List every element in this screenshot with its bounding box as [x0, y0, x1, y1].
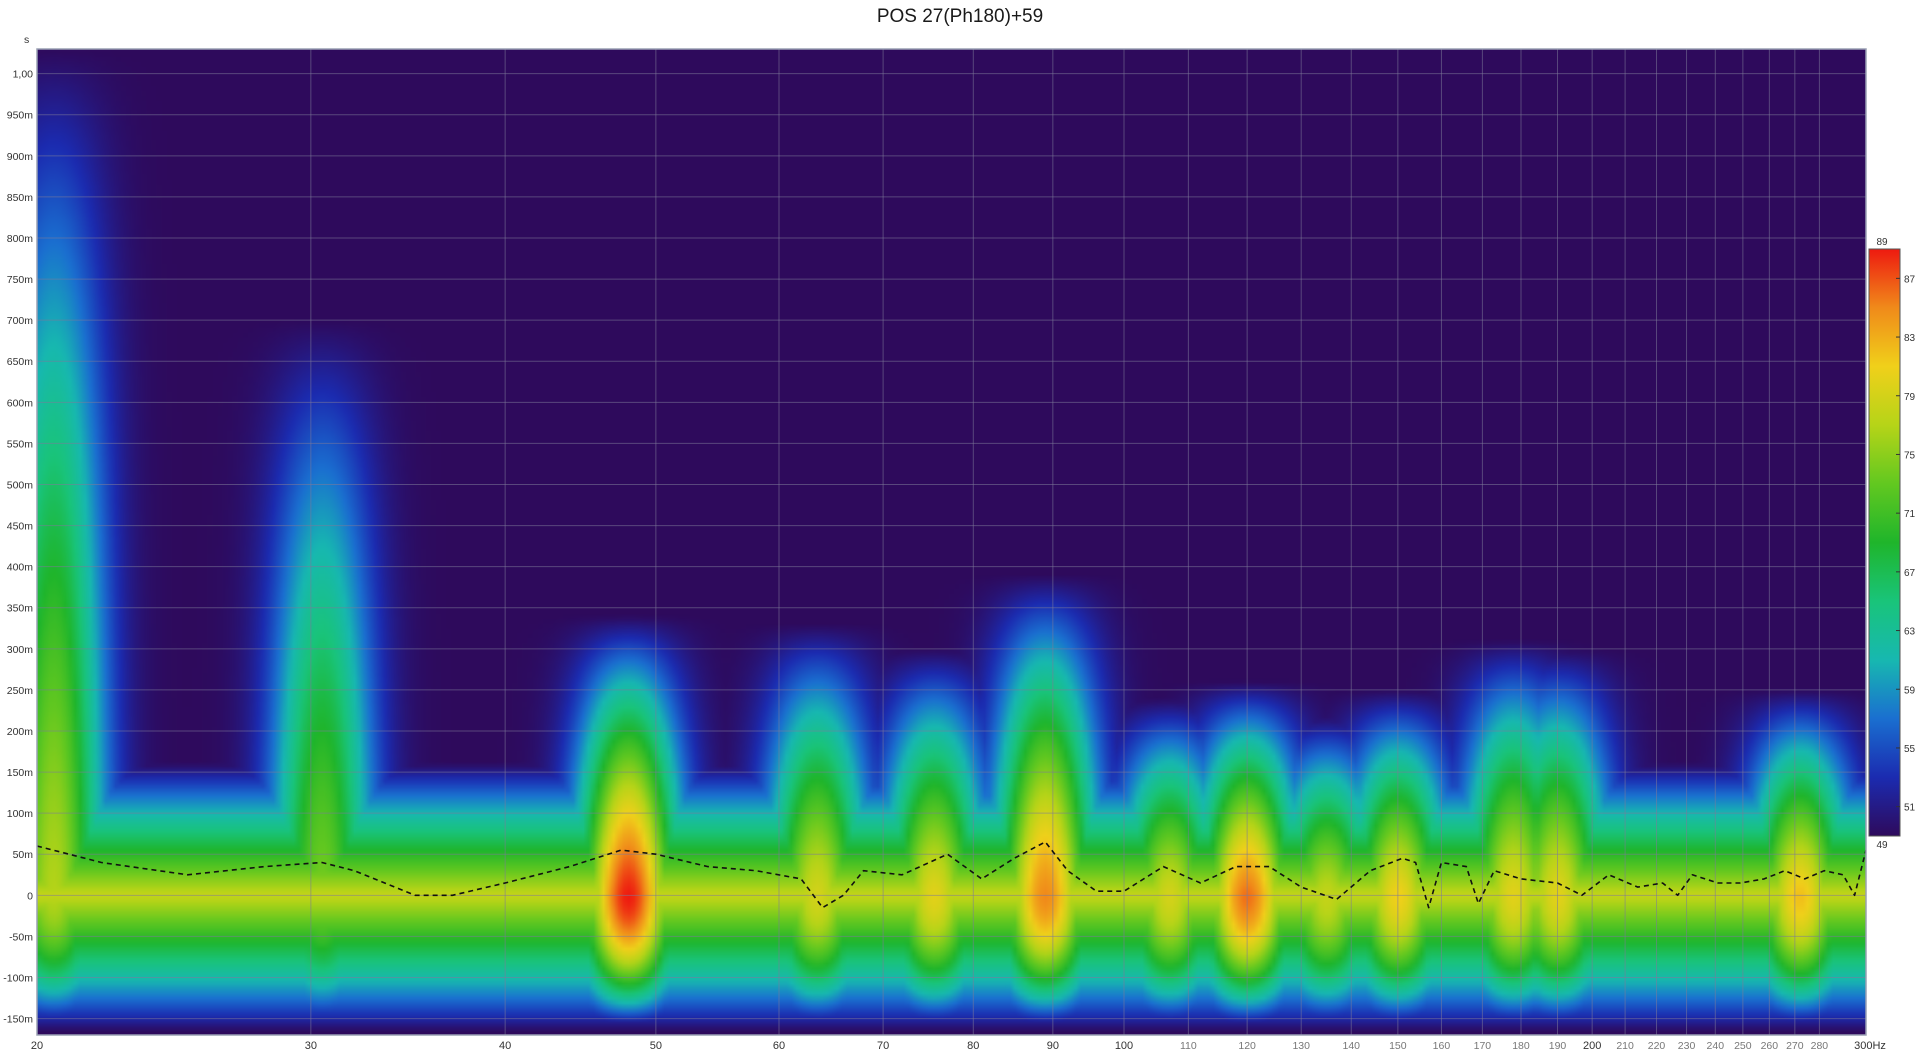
colorbar-tick-label: 51	[1904, 803, 1916, 814]
x-tick-label: 140	[1342, 1040, 1360, 1051]
x-tick-label: 160	[1433, 1040, 1451, 1051]
y-tick-label: 950m	[7, 110, 34, 122]
x-tick-label: 50	[650, 1040, 662, 1051]
x-tick-label: 30	[305, 1040, 317, 1051]
x-tick-label: 250	[1734, 1040, 1752, 1051]
y-tick-label: 700m	[7, 315, 34, 327]
colorbar-tick-label: 59	[1904, 685, 1916, 696]
x-tick-label: 100	[1115, 1040, 1133, 1051]
colorbar-tick-label: 55	[1904, 744, 1916, 755]
x-axis-end-label: 300Hz	[1854, 1040, 1886, 1051]
x-tick-label: 280	[1811, 1040, 1829, 1051]
y-tick-label: 350m	[7, 603, 34, 615]
y-tick-label: 650m	[7, 356, 34, 368]
y-tick-label: -150m	[3, 1014, 33, 1026]
x-tick-label: 110	[1180, 1040, 1197, 1051]
x-tick-label: 130	[1292, 1040, 1310, 1051]
y-tick-label: 800m	[7, 233, 34, 245]
y-tick-label: 300m	[7, 644, 34, 656]
x-tick-label: 220	[1648, 1040, 1666, 1051]
y-tick-label: 100m	[7, 808, 34, 820]
x-tick-label: 120	[1238, 1040, 1256, 1051]
colorbar-tick-label: 89	[1876, 237, 1888, 248]
y-tick-label: 150m	[7, 767, 34, 779]
y-tick-label: 750m	[7, 274, 34, 286]
y-tick-label: 450m	[7, 521, 34, 533]
x-axis-ticks: 20 30 40 50 60 70 80 90 100 110 120 130 140 150 160 170…	[31, 1040, 1828, 1051]
x-tick-label: 210	[1616, 1040, 1634, 1051]
x-tick-label: 170	[1474, 1040, 1492, 1051]
x-tick-label: 40	[499, 1040, 511, 1051]
x-tick-label: 80	[967, 1040, 979, 1051]
x-tick-label: 70	[877, 1040, 889, 1051]
y-tick-label: 250m	[7, 685, 34, 697]
x-tick-label: 240	[1707, 1040, 1725, 1051]
y-tick-label: 850m	[7, 192, 34, 204]
y-tick-label: -50m	[9, 931, 33, 943]
colorbar: 89 87 83 79 75 71 67 63 59 55 51 49	[1868, 237, 1916, 851]
colorbar-tick-label: 79	[1904, 392, 1916, 403]
y-tick-label: 400m	[7, 562, 34, 574]
y-tick-label: 1,00	[13, 69, 34, 81]
colorbar-tick-label: 67	[1904, 568, 1916, 579]
y-tick-label: 550m	[7, 438, 34, 450]
x-tick-label: 150	[1389, 1040, 1407, 1051]
x-tick-label: 200	[1583, 1040, 1601, 1051]
colorbar-tick-label: 75	[1904, 450, 1916, 461]
colorbar-tick-label: 83	[1904, 333, 1916, 344]
x-tick-label: 260	[1761, 1040, 1779, 1051]
x-tick-label: 180	[1512, 1040, 1530, 1051]
y-tick-label: 500m	[7, 479, 34, 491]
x-tick-label: 230	[1678, 1040, 1696, 1051]
spectrogram-chart: s 1,00 950m 900m 850m 800m 750m 700m 650m 600m 55…	[3, 34, 1916, 1051]
colorbar-tick-label: 71	[1904, 509, 1916, 520]
y-unit-label: s	[24, 34, 29, 46]
y-tick-label: 50m	[13, 849, 34, 861]
y-tick-label: 600m	[7, 397, 34, 409]
y-tick-label: 0	[27, 890, 33, 902]
y-tick-label: -100m	[3, 972, 33, 984]
colorbar-tick-label: 49	[1876, 840, 1888, 851]
y-axis-ticks: 1,00 950m 900m 850m 800m 750m 700m 650m 600m 550m…	[3, 69, 33, 1026]
x-tick-label: 60	[773, 1040, 785, 1051]
x-tick-label: 190	[1549, 1040, 1567, 1051]
colorbar-tick-label: 87	[1904, 274, 1916, 285]
colorbar-tick-label: 63	[1904, 627, 1916, 638]
x-tick-label: 270	[1786, 1040, 1804, 1051]
colorbar-gradient	[1868, 248, 1901, 837]
x-tick-label: 90	[1047, 1040, 1059, 1051]
x-tick-label: 20	[31, 1040, 43, 1051]
y-tick-label: 900m	[7, 151, 34, 163]
y-tick-label: 200m	[7, 726, 34, 738]
